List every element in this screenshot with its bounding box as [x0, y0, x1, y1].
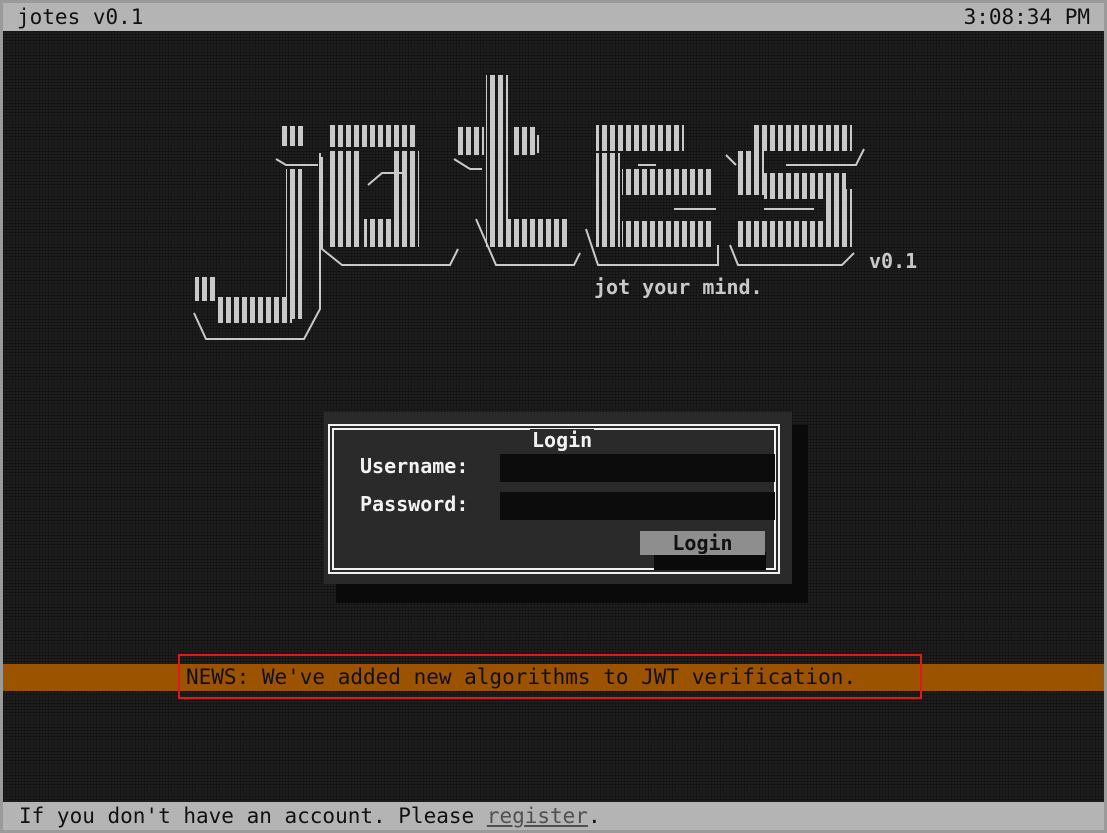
bottom-status-bar: If you don't have an account. Please reg… [3, 802, 1104, 830]
terminal-screen: jotes v0.1 3:08:34 PM v0.1 jot your mind… [0, 0, 1107, 833]
footer-message-end: . [587, 804, 601, 828]
password-input[interactable] [500, 492, 775, 520]
logo-tagline: jot your mind. [594, 275, 763, 299]
app-title: jotes v0.1 [17, 5, 144, 29]
top-status-bar: jotes v0.1 3:08:34 PM [3, 3, 1104, 31]
logo-version: v0.1 [869, 249, 918, 273]
username-input[interactable] [500, 454, 775, 482]
clock: 3:08:34 PM [963, 5, 1090, 29]
username-label: Username: [360, 454, 469, 478]
footer-message: If you don't have an account. Please reg… [19, 802, 601, 830]
footer-message-text: If you don't have an account. Please [19, 804, 487, 828]
ascii-logo: v0.1 jot your mind. [186, 69, 926, 359]
jotes-wordmark-art [193, 75, 865, 340]
login-dialog: Login Username: Password: Login [324, 412, 792, 584]
password-label: Password: [360, 492, 469, 516]
news-highlight-box [178, 654, 922, 699]
register-link[interactable]: register [487, 804, 588, 828]
login-button[interactable]: Login [640, 531, 765, 555]
login-title: Login [530, 428, 595, 452]
